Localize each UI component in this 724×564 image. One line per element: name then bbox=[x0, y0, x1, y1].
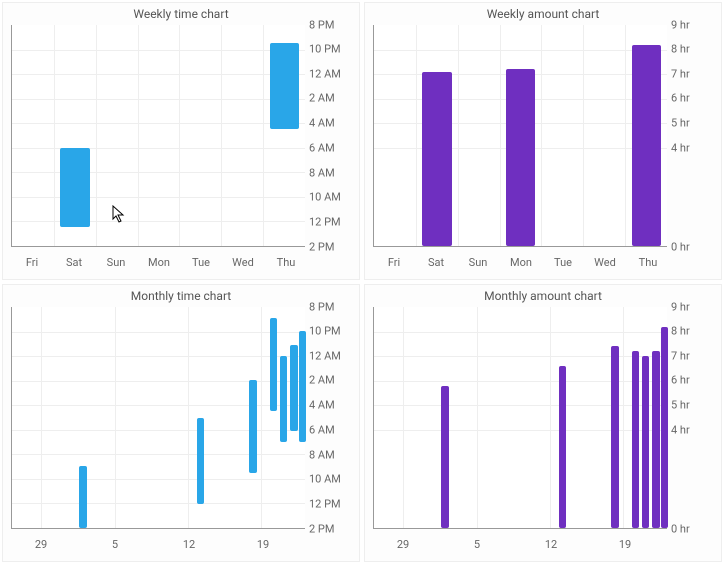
x-tick: Mon bbox=[510, 256, 532, 269]
chart-title: Weekly amount chart bbox=[365, 3, 721, 21]
bar-thu bbox=[270, 43, 299, 129]
bar-day-20 bbox=[270, 318, 277, 411]
plot-area bbox=[373, 307, 667, 529]
monthly-amount-chart: Monthly amount chart 9 hr 8 hr 7 hr 6 hr… bbox=[364, 284, 722, 562]
y-tick: 5 hr bbox=[671, 117, 717, 130]
bar-sat bbox=[422, 72, 451, 246]
x-tick: Sat bbox=[428, 256, 444, 269]
x-tick: Fri bbox=[26, 256, 38, 269]
chart-title: Weekly time chart bbox=[3, 3, 359, 21]
y-tick: 9 hr bbox=[671, 301, 717, 314]
bar-day-13 bbox=[559, 366, 566, 528]
bar-day-2 bbox=[79, 466, 86, 528]
bar-day-2 bbox=[441, 386, 448, 528]
y-tick: 5 hr bbox=[671, 399, 717, 412]
bar-day-13 bbox=[197, 418, 204, 504]
y-tick: 4 hr bbox=[671, 142, 717, 155]
y-tick: 10 PM bbox=[309, 43, 355, 56]
bar-mon bbox=[506, 69, 535, 246]
x-tick: Thu bbox=[639, 256, 658, 269]
y-tick: 7 hr bbox=[671, 350, 717, 363]
y-tick: 8 PM bbox=[309, 301, 355, 314]
x-tick: 12 bbox=[183, 538, 195, 551]
y-tick: 4 hr bbox=[671, 424, 717, 437]
x-tick: 5 bbox=[474, 538, 480, 551]
y-tick: 12 AM bbox=[309, 350, 355, 363]
y-tick: 8 AM bbox=[309, 449, 355, 462]
y-tick: 8 hr bbox=[671, 325, 717, 338]
bar-day-21 bbox=[280, 356, 287, 442]
weekly-amount-chart: Weekly amount chart 9 hr 8 hr 7 hr 6 hr … bbox=[364, 2, 722, 280]
y-tick: 12 PM bbox=[309, 498, 355, 511]
y-tick: 6 AM bbox=[309, 142, 355, 155]
x-tick: Sun bbox=[469, 256, 488, 269]
chart-title: Monthly time chart bbox=[3, 285, 359, 303]
bar-day-22 bbox=[652, 351, 659, 528]
y-tick: 7 hr bbox=[671, 68, 717, 81]
y-tick: 0 hr bbox=[671, 523, 717, 536]
plot-area bbox=[11, 307, 305, 529]
y-tick: 2 PM bbox=[309, 241, 355, 254]
y-tick: 8 hr bbox=[671, 43, 717, 56]
y-tick: 2 AM bbox=[309, 92, 355, 105]
y-tick: 12 AM bbox=[309, 68, 355, 81]
y-tick: 6 AM bbox=[309, 424, 355, 437]
y-tick: 4 AM bbox=[309, 399, 355, 412]
y-tick: 8 PM bbox=[309, 19, 355, 32]
x-tick: Sat bbox=[66, 256, 82, 269]
y-tick: 6 hr bbox=[671, 374, 717, 387]
bar-day-18 bbox=[611, 346, 618, 528]
x-tick: 19 bbox=[619, 538, 631, 551]
plot-area bbox=[11, 25, 305, 247]
bar-day-24 bbox=[661, 327, 668, 528]
y-tick: 2 AM bbox=[309, 374, 355, 387]
x-tick: Tue bbox=[554, 256, 572, 269]
plot-area bbox=[373, 25, 667, 247]
y-tick: 2 PM bbox=[309, 523, 355, 536]
x-tick: 5 bbox=[112, 538, 118, 551]
bar-thu bbox=[632, 45, 661, 246]
y-tick: 0 hr bbox=[671, 241, 717, 254]
x-tick: 29 bbox=[35, 538, 47, 551]
x-tick: Wed bbox=[232, 256, 254, 269]
y-tick: 10 AM bbox=[309, 191, 355, 204]
bar-day-24 bbox=[299, 331, 306, 442]
x-tick: Sun bbox=[107, 256, 126, 269]
y-tick: 10 PM bbox=[309, 325, 355, 338]
x-tick: Fri bbox=[388, 256, 400, 269]
bar-day-22 bbox=[290, 345, 297, 431]
y-tick: 8 AM bbox=[309, 167, 355, 180]
bar-day-18 bbox=[249, 380, 256, 473]
monthly-time-chart: Monthly time chart 8 PM 10 PM 12 AM 2 AM… bbox=[2, 284, 360, 562]
bar-sat bbox=[60, 148, 89, 228]
bar-day-20 bbox=[632, 351, 639, 528]
x-tick: 12 bbox=[545, 538, 557, 551]
x-tick: 29 bbox=[397, 538, 409, 551]
y-tick: 4 AM bbox=[309, 117, 355, 130]
x-tick: Tue bbox=[192, 256, 210, 269]
x-tick: Mon bbox=[148, 256, 170, 269]
x-tick: Thu bbox=[277, 256, 296, 269]
x-tick: 19 bbox=[257, 538, 269, 551]
y-tick: 9 hr bbox=[671, 19, 717, 32]
x-tick: Wed bbox=[594, 256, 616, 269]
bar-day-21 bbox=[642, 356, 649, 528]
chart-title: Monthly amount chart bbox=[365, 285, 721, 303]
y-tick: 12 PM bbox=[309, 216, 355, 229]
weekly-time-chart: Weekly time chart 8 PM 10 PM 12 AM 2 AM … bbox=[2, 2, 360, 280]
y-tick: 10 AM bbox=[309, 473, 355, 486]
y-tick: 6 hr bbox=[671, 92, 717, 105]
